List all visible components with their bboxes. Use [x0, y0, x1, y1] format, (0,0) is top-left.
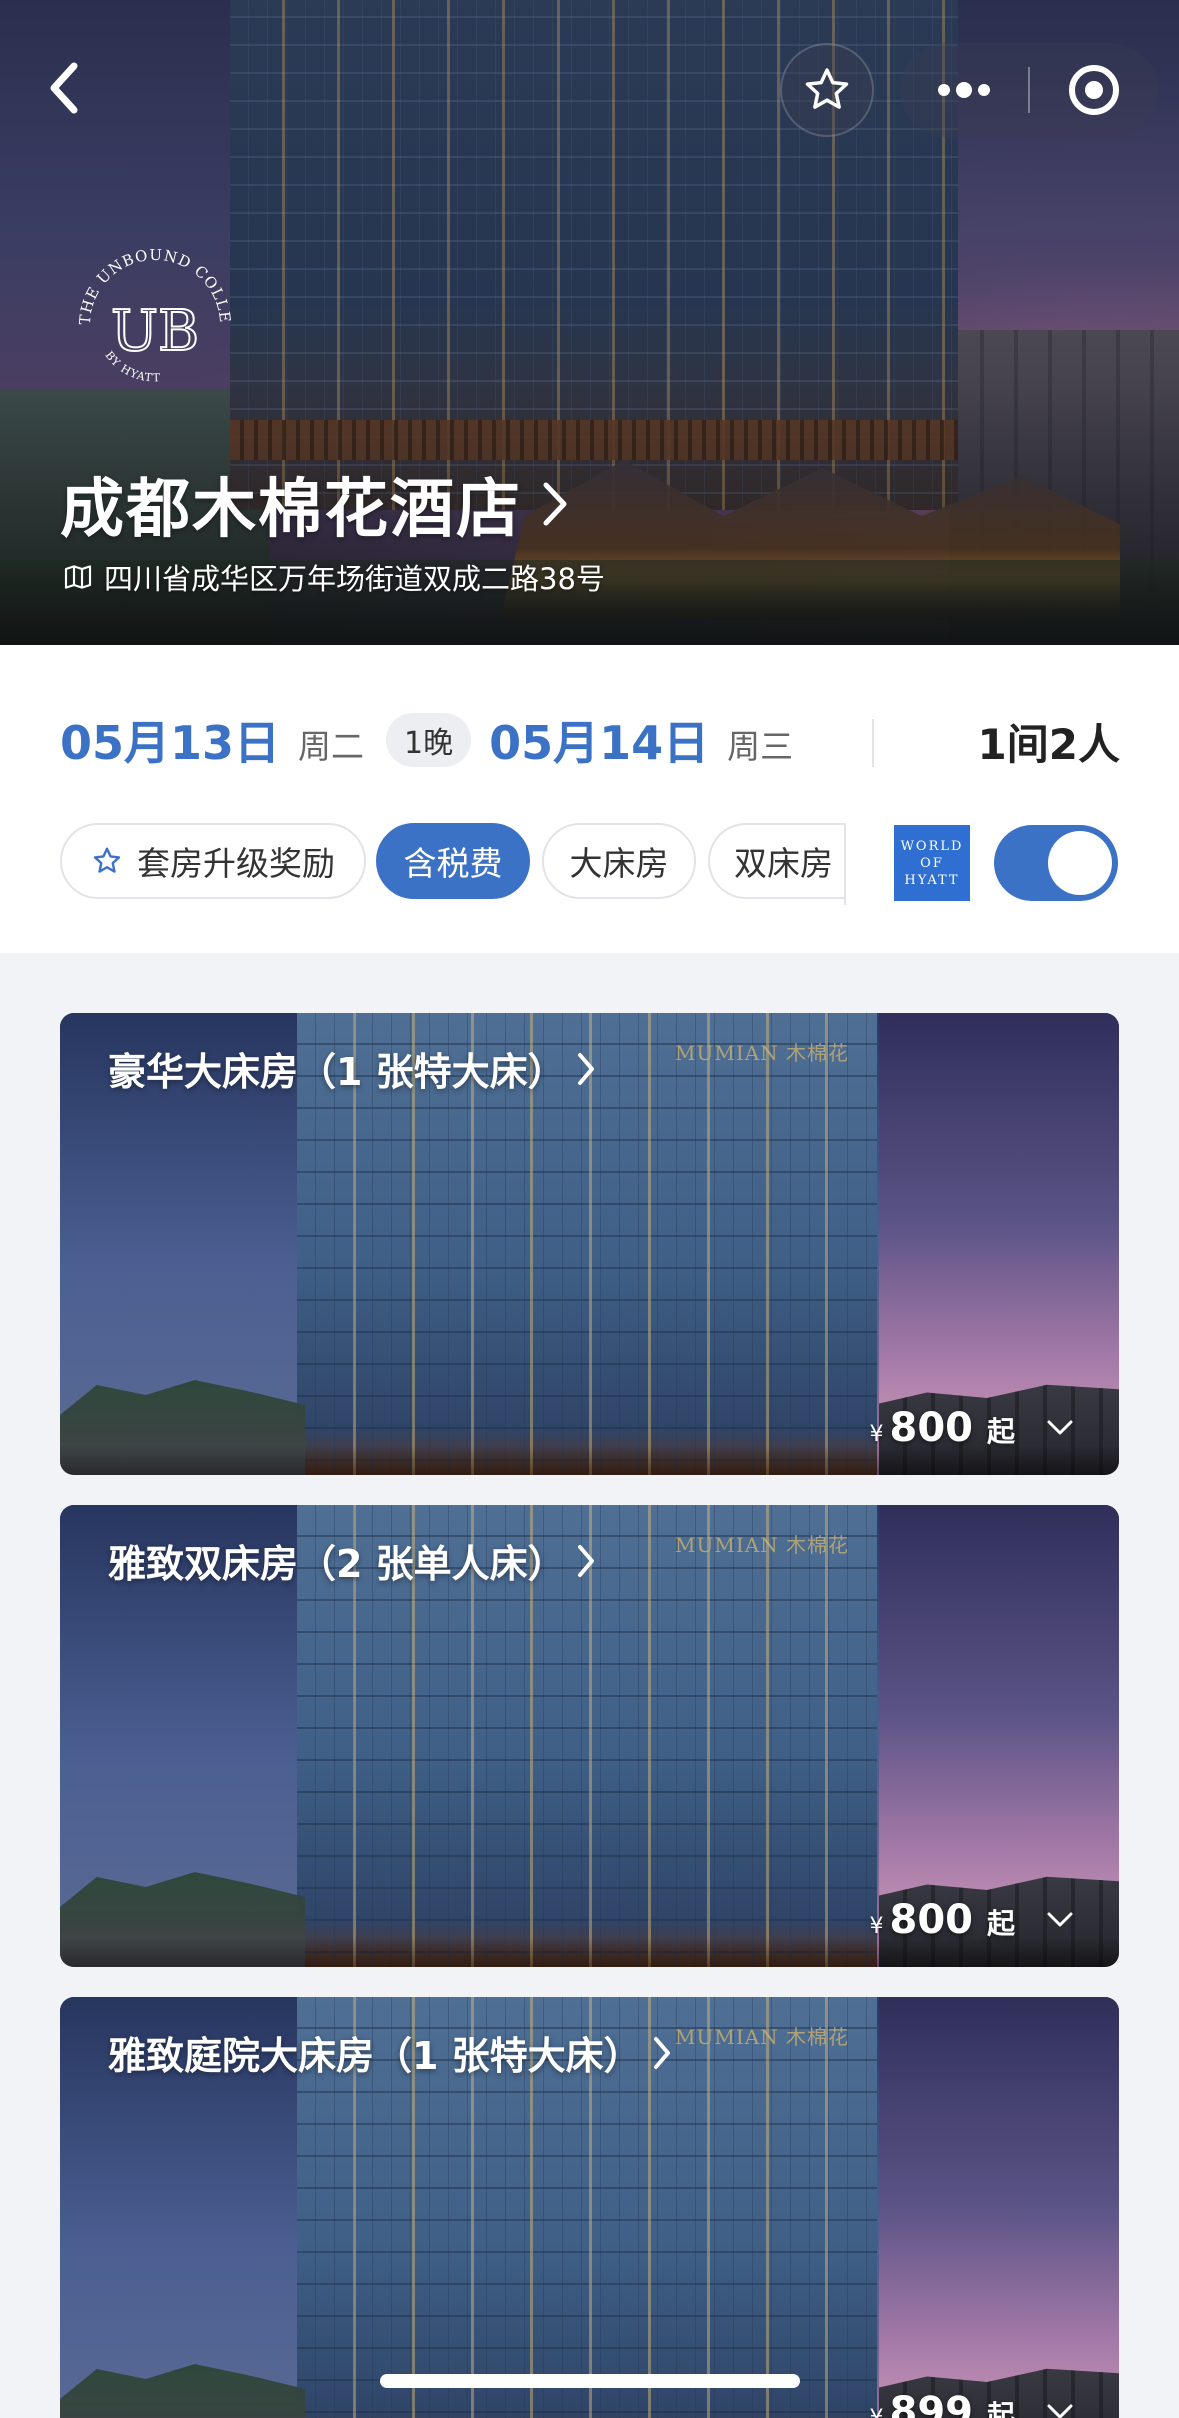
checkout-date: 05月14日 [489, 716, 710, 770]
filter-suite-upgrade[interactable]: 套房升级奖励 [60, 823, 366, 899]
chevron-right-icon [653, 2036, 670, 2069]
chevron-right-icon [543, 482, 567, 526]
world-of-hyatt-logo: WORLD OF HYATT [894, 825, 970, 901]
chevron-down-icon[interactable] [1045, 1910, 1075, 1930]
nights-badge: 1晚 [386, 713, 472, 767]
room-title-link[interactable]: 豪华大床房（1 张特大床） [108, 1041, 598, 1096]
toggle-knob [1048, 831, 1112, 895]
room-price: ¥ 899 起 [869, 2389, 1075, 2418]
hotel-detail-page: THE UNBOUND COLLECTION BY HYATT UB 成都木棉花… [0, 0, 1179, 2418]
date-selector[interactable]: 05月13日 周二 1晚 05月14日 周三 1间2人 [60, 695, 1120, 785]
room-price: ¥ 800 起 [869, 1405, 1075, 1451]
filter-label: 双床房 [734, 844, 833, 883]
more-options-button[interactable] [900, 43, 1028, 137]
hotel-address: 四川省成华区万年场街道双成二路38号 [104, 562, 605, 596]
booking-panel: 05月13日 周二 1晚 05月14日 周三 1间2人 套房升级奖励 含税费 大 [0, 645, 1179, 953]
price-value: 899 [889, 2389, 973, 2418]
filter-king-bed[interactable]: 大床房 [542, 823, 696, 899]
favorite-button[interactable] [780, 43, 874, 137]
room-card[interactable]: MUMIAN 木棉花 雅致庭院大床房（1 张特大床） ¥ 899 起 [60, 1997, 1119, 2418]
filter-label: 含税费 [403, 844, 503, 883]
tower-signage: MUMIAN 木棉花 [675, 2025, 850, 2049]
rooms-guests-selector[interactable]: 1间2人 [978, 711, 1120, 772]
hotel-title-link[interactable]: 成都木棉花酒店 [60, 458, 572, 550]
target-close-icon [1069, 65, 1119, 115]
hotel-name: 成都木棉花酒店 [60, 473, 522, 547]
star-outline-icon [91, 845, 123, 877]
filter-tax-included[interactable]: 含税费 [376, 823, 530, 899]
filter-label: 套房升级奖励 [137, 844, 335, 883]
unbound-collection-logo: THE UNBOUND COLLECTION BY HYATT UB [70, 240, 233, 385]
member-rate-toggle[interactable] [994, 825, 1118, 901]
room-title-link[interactable]: 雅致双床房（2 张单人床） [108, 1533, 598, 1588]
home-indicator[interactable] [380, 2374, 800, 2388]
chevron-down-icon[interactable] [1045, 1418, 1075, 1438]
more-dots-icon [938, 82, 990, 98]
svg-text:UB: UB [111, 299, 199, 364]
price-value: 800 [889, 1405, 973, 1451]
star-outline-icon [805, 68, 849, 109]
filter-chips: 套房升级奖励 含税费 大床房 双床房 WORLD OF HYATT [60, 823, 1160, 905]
room-card[interactable]: MUMIAN 木棉花 豪华大床房（1 张特大床） ¥ 800 起 [60, 1013, 1119, 1475]
room-price: ¥ 800 起 [869, 1897, 1075, 1943]
close-miniprogram-button[interactable] [1030, 43, 1158, 137]
tower-signage: MUMIAN 木棉花 [675, 1041, 850, 1065]
hero-image: THE UNBOUND COLLECTION BY HYATT UB 成都木棉花… [0, 0, 1179, 645]
price-value: 800 [889, 1897, 973, 1943]
map-icon [64, 565, 92, 589]
room-name: 豪华大床房（1 张特大床） [108, 1050, 566, 1094]
hotel-address-link[interactable]: 四川省成华区万年场街道双成二路38号 [62, 556, 605, 598]
room-name: 雅致庭院大床房（1 张特大床） [108, 2034, 642, 2078]
chevron-right-icon [577, 1052, 594, 1085]
room-title-link[interactable]: 雅致庭院大床房（1 张特大床） [108, 2025, 674, 2080]
chevron-down-icon[interactable] [1045, 2402, 1075, 2418]
miniprogram-capsule [900, 43, 1158, 137]
back-button[interactable] [34, 58, 94, 118]
room-name: 雅致双床房（2 张单人床） [108, 1542, 566, 1586]
chevron-right-icon [577, 1544, 594, 1577]
checkin-date: 05月13日 [60, 716, 281, 770]
room-card[interactable]: MUMIAN 木棉花 雅致双床房（2 张单人床） ¥ 800 起 [60, 1505, 1119, 1967]
checkin-weekday: 周二 [298, 727, 365, 766]
filter-twin-bed[interactable]: 双床房 [708, 823, 844, 899]
tower-signage: MUMIAN 木棉花 [675, 1533, 850, 1557]
chevron-left-icon [50, 62, 78, 114]
checkout-weekday: 周三 [727, 727, 794, 766]
filter-label: 大床房 [569, 844, 669, 883]
